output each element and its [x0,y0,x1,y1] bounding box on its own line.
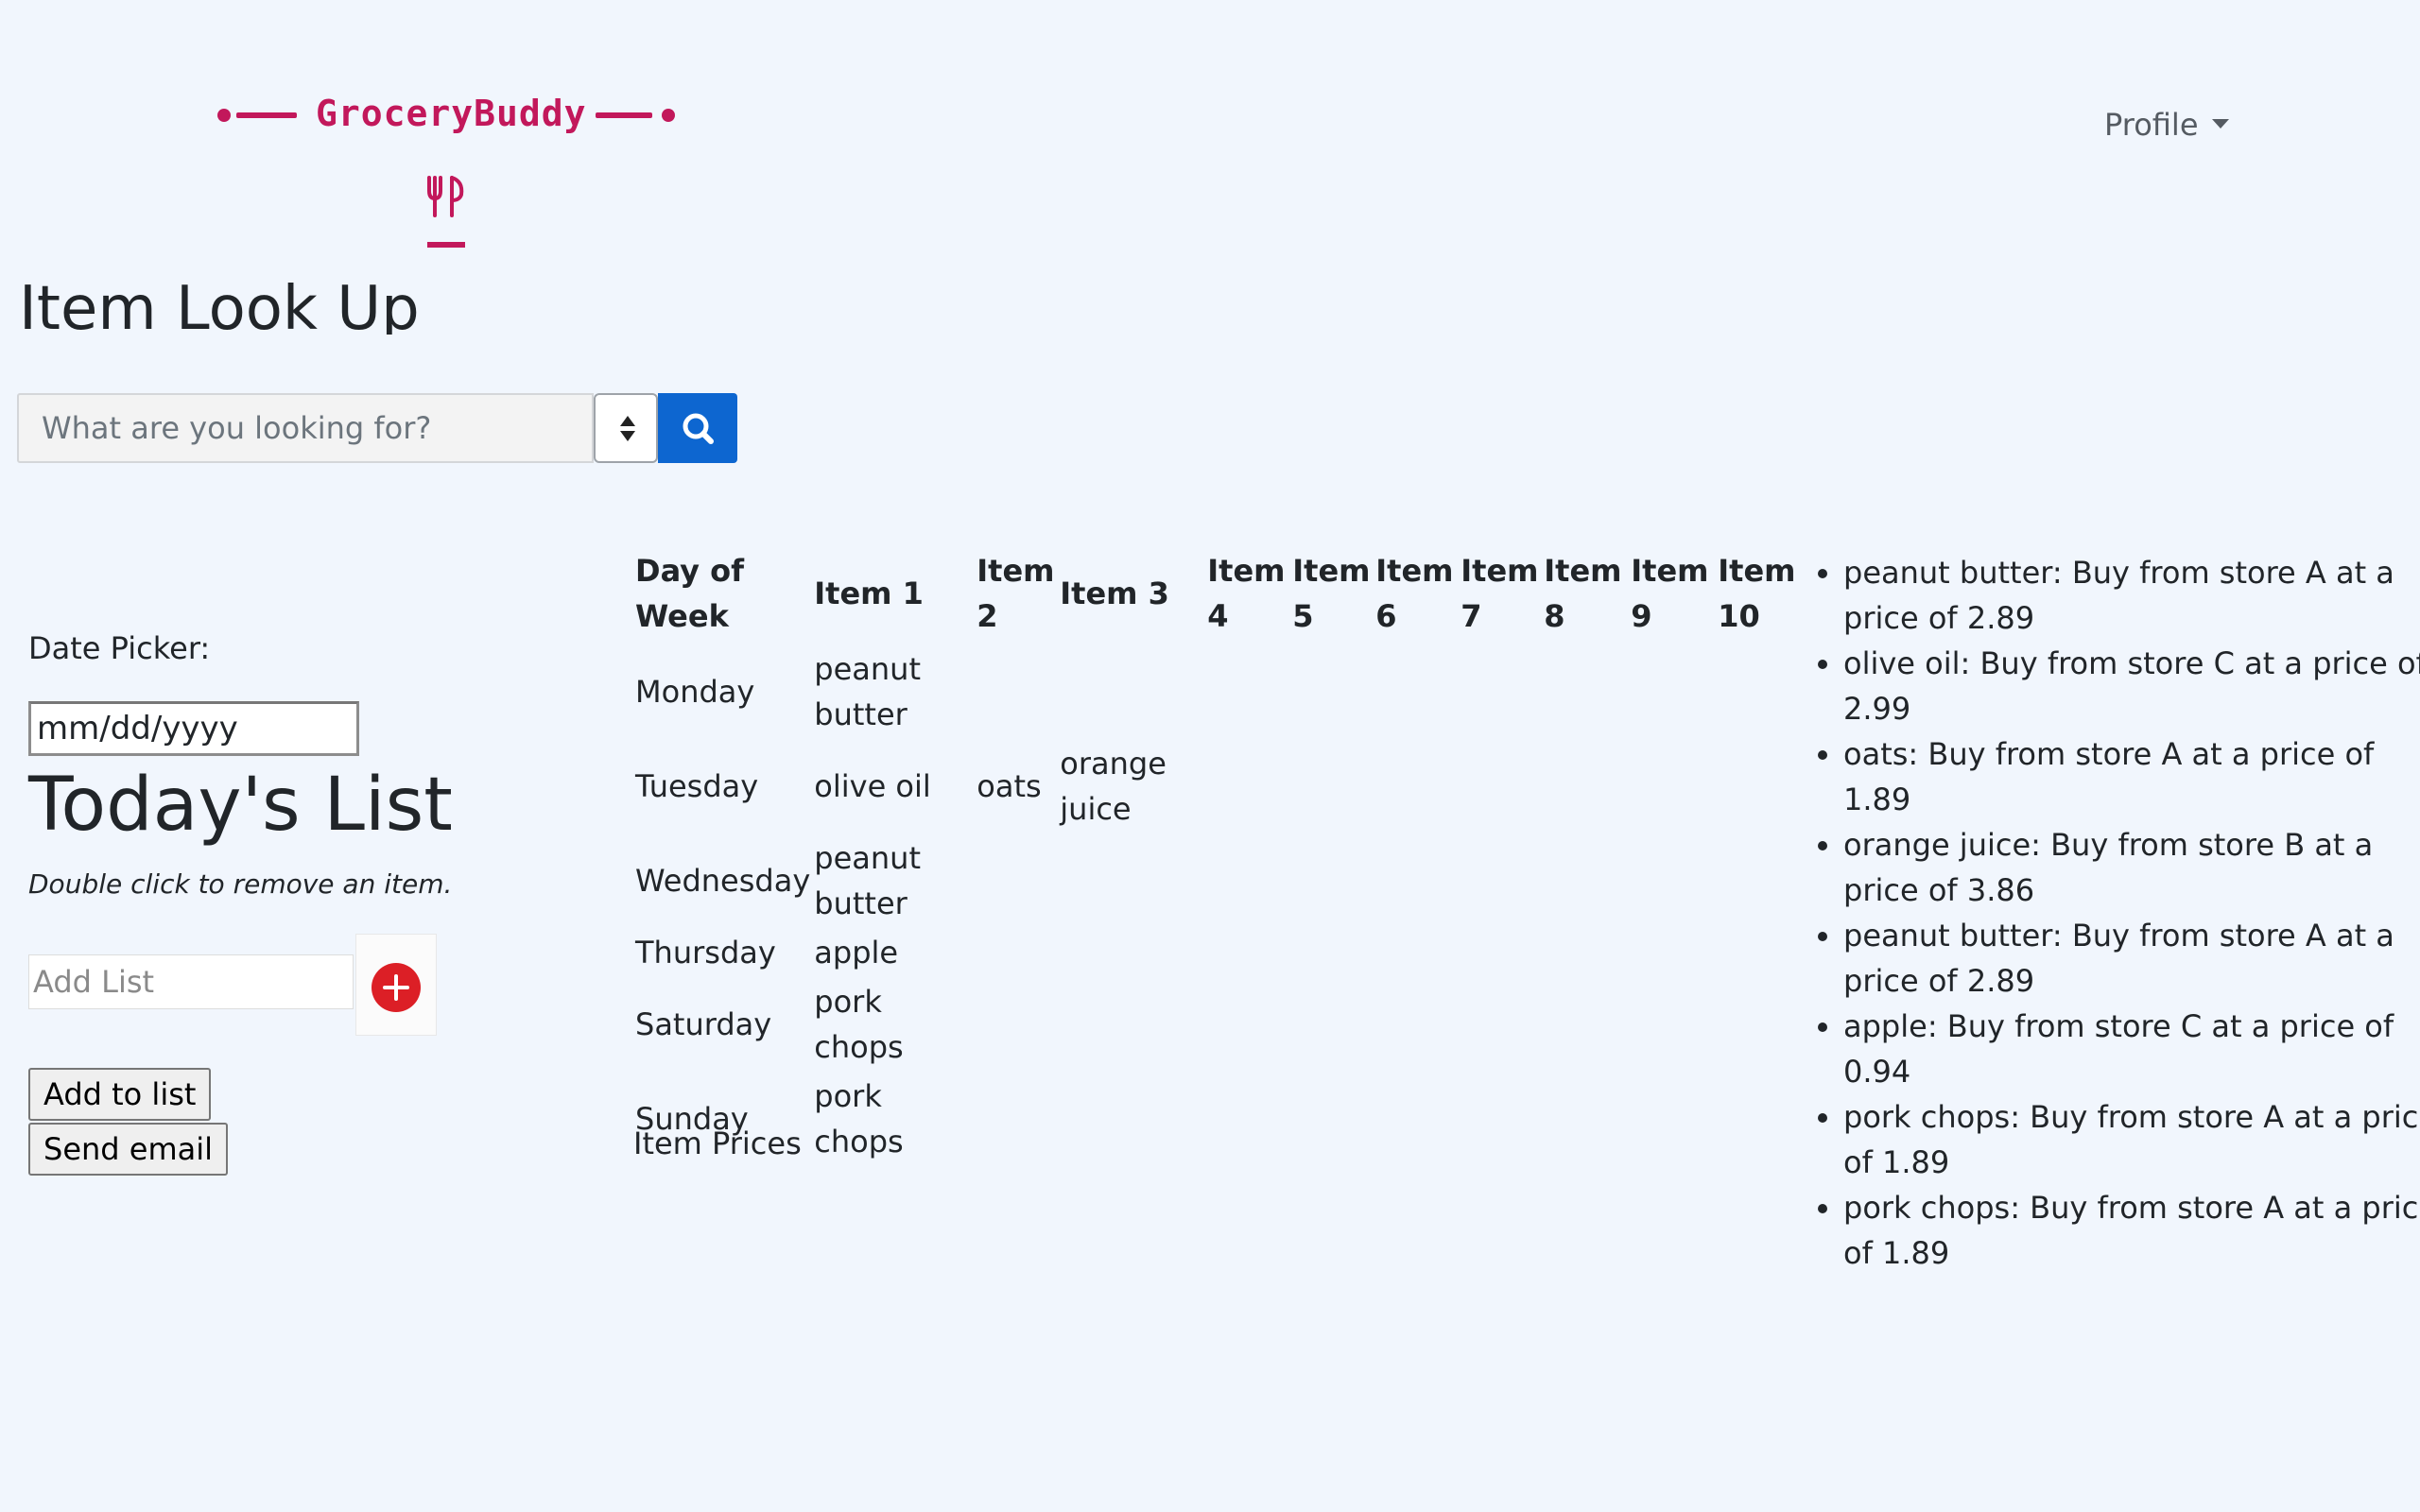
item-cell: apple [814,935,899,971]
page-title: Item Look Up [19,274,420,335]
search-icon [683,413,714,444]
logo-bar-left [236,112,297,118]
table-row: Sunday pork chops [635,1072,1800,1166]
day-cell: Thursday [635,935,776,971]
price-list: peanut butter: Buy from store A at a pri… [1804,550,2420,1276]
date-picker-input[interactable]: mm/dd/yyyy [28,701,359,756]
list-title: Today's List [28,763,453,848]
column-header: Item 1 [814,576,924,611]
add-list-input[interactable] [28,954,354,1009]
item-cell [977,833,1060,928]
price-item: apple: Buy from store C at a price of 0.… [1843,1004,2420,1094]
day-cell: Tuesday [635,768,759,804]
add-item-button[interactable] [355,934,437,1036]
logo-bar-right [596,112,652,118]
column-header: Item 6 [1375,553,1454,634]
table-header-row: Day of Week Item 1 Item 2 Item 3 Item 4 … [635,548,1800,644]
item-cell: orange juice [1060,746,1167,827]
brand-logo[interactable]: GroceryBuddy [214,90,677,137]
logo-dot-right [662,109,675,122]
item-cell [977,977,1060,1072]
column-header: Item 4 [1207,553,1286,634]
price-item: pork chops: Buy from store A at a price … [1843,1185,2420,1276]
fork-knife-icon [427,176,465,248]
remove-hint: Double click to remove an item. [28,868,453,900]
item-cell: pork chops [814,1078,904,1160]
column-header: Item 5 [1292,553,1371,634]
table-row: Monday peanut butter [635,644,1800,739]
column-header: Item 2 [977,553,1055,634]
price-item: peanut butter: Buy from store A at a pri… [1843,550,2420,641]
send-email-button[interactable]: Send email [28,1123,229,1176]
day-cell: Wednesday [635,863,811,899]
price-item: olive oil: Buy from store C at a price o… [1843,641,2420,731]
add-to-list-button[interactable]: Add to list [28,1068,212,1121]
item-cell [977,644,1060,739]
item-cell: olive oil [814,768,931,804]
item-prices-caption: Item Prices [633,1125,802,1161]
day-cell: Monday [635,674,755,710]
column-header: Item 3 [1060,576,1169,611]
column-header: Day of Week [635,553,745,634]
weekly-schedule-table: Day of Week Item 1 Item 2 Item 3 Item 4 … [635,548,1800,1166]
item-cell: oats [977,768,1042,804]
table-row: Thursday apple [635,928,1800,977]
item-cell [977,1072,1060,1166]
search-button[interactable] [658,393,737,463]
price-item: peanut butter: Buy from store A at a pri… [1843,913,2420,1004]
price-item: oats: Buy from store A at a price of 1.8… [1843,731,2420,822]
item-cell: peanut butter [814,651,921,732]
item-cell [1060,833,1207,928]
item-cell [1060,644,1207,739]
column-header: Item 8 [1544,553,1622,634]
price-item: orange juice: Buy from store B at a pric… [1843,822,2420,913]
brand-name: GroceryBuddy [316,93,587,134]
column-header: Item 10 [1718,553,1796,634]
item-cell [977,928,1060,977]
item-cell: pork chops [814,984,904,1065]
price-item: pork chops: Buy from store A at a price … [1843,1094,2420,1185]
table-row: Tuesday olive oil oats orange juice [635,739,1800,833]
item-cell [1060,928,1207,977]
item-cell: peanut butter [814,840,921,921]
logo-dot-left [217,109,231,122]
caret-down-icon [2211,119,2229,129]
date-picker-label: Date Picker: [28,630,211,666]
sort-up-icon [620,416,635,426]
search-input[interactable] [17,393,594,463]
day-cell: Saturday [635,1006,772,1042]
profile-dropdown[interactable]: Profile [2104,104,2229,146]
column-header: Item 9 [1631,553,1709,634]
item-cell [1060,977,1207,1072]
search-select[interactable] [594,393,658,463]
column-header: Item 7 [1461,553,1539,634]
table-row: Wednesday peanut butter [635,833,1800,928]
plus-circle-icon [372,963,421,1012]
table-row: Saturday pork chops [635,977,1800,1072]
profile-label: Profile [2104,107,2199,143]
sort-down-icon [620,431,635,441]
item-cell [1060,1072,1207,1166]
